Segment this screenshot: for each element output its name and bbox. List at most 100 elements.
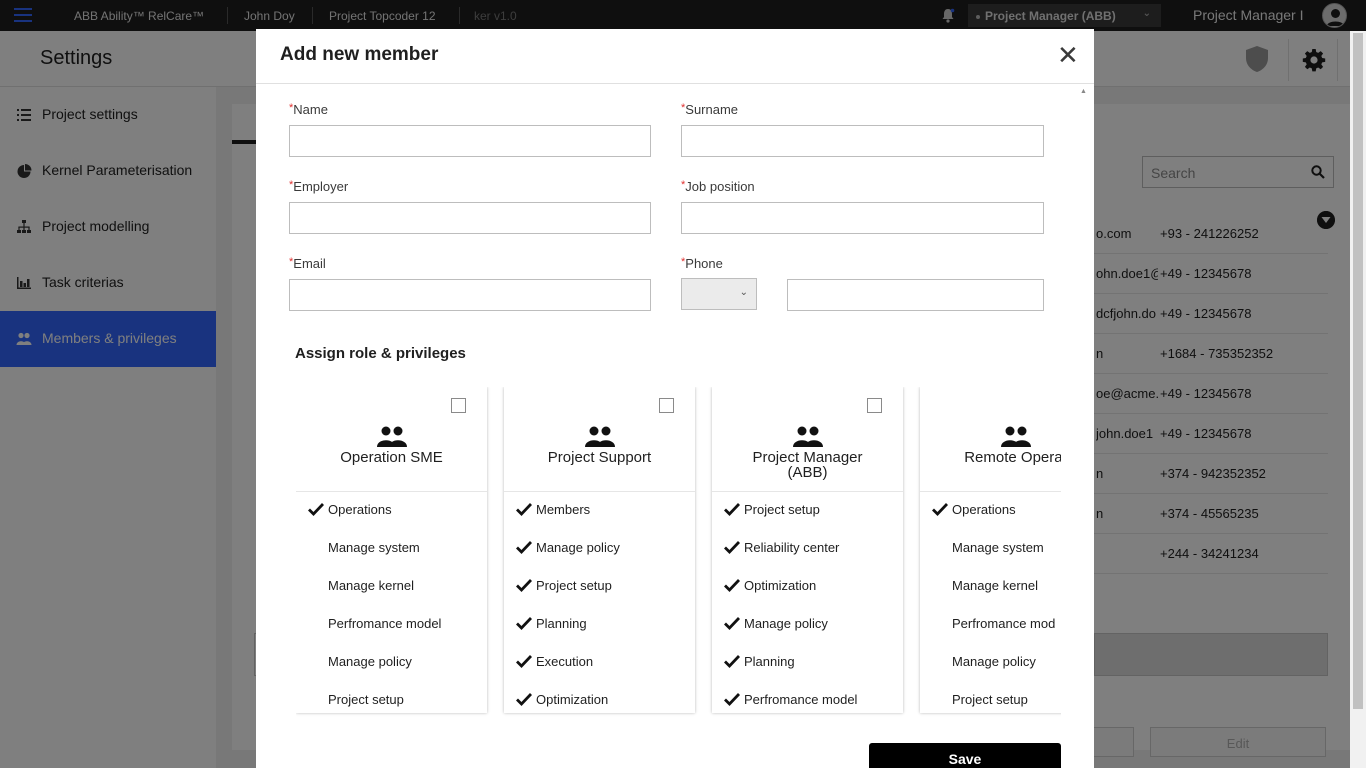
privilege-item: Members	[504, 500, 695, 520]
privilege-item: Manage system	[920, 538, 1061, 558]
privilege-label: Planning	[536, 616, 587, 631]
role-name: Project Manager (ABB)	[752, 449, 863, 481]
privilege-label: Operations	[952, 502, 1016, 517]
privilege-label: Manage kernel	[328, 578, 414, 593]
checkmark-icon	[516, 617, 532, 630]
privilege-item: Operations	[920, 500, 1061, 520]
checkmark-icon	[724, 655, 740, 668]
name-label: *Name	[289, 102, 328, 117]
role-card-project-manager-abb[interactable]: Project Manager (ABB) Project setup Reliab…	[712, 387, 903, 713]
job-position-label: *Job position	[681, 179, 755, 194]
privilege-label: Manage policy	[328, 654, 412, 669]
employer-label: *Employer	[289, 179, 349, 194]
privilege-item: Reliability center	[712, 538, 903, 558]
checkmark-icon	[308, 503, 324, 516]
checkmark-icon	[516, 503, 532, 516]
privilege-label: Operations	[328, 502, 392, 517]
privilege-item: Optimization	[712, 576, 903, 596]
checkmark-icon	[724, 693, 740, 706]
privilege-item: Manage kernel	[920, 576, 1061, 596]
checkmark-icon	[516, 579, 532, 592]
checkmark-icon	[724, 579, 740, 592]
divider	[296, 491, 487, 492]
privilege-label: Optimization	[536, 692, 609, 707]
people-icon	[377, 426, 407, 447]
privilege-item: Planning	[712, 652, 903, 672]
divider	[504, 491, 695, 492]
role-checkbox[interactable]	[451, 398, 466, 413]
job-position-field[interactable]	[681, 202, 1044, 234]
role-checkbox[interactable]	[659, 398, 674, 413]
privilege-label: Perfromance model	[744, 692, 858, 707]
dialog-scrollbar[interactable]: ▲	[1078, 85, 1090, 768]
privilege-label: Planning	[744, 654, 795, 669]
close-icon[interactable]: ✕	[1057, 42, 1079, 68]
privilege-item: Planning	[504, 614, 695, 634]
checkmark-icon	[516, 655, 532, 668]
privilege-label: Manage policy	[536, 540, 620, 555]
privilege-item: Manage policy	[504, 538, 695, 558]
privilege-label: Manage policy	[952, 654, 1036, 669]
privilege-item: Project setup	[920, 690, 1061, 710]
role-cards-carousel[interactable]: Operation SME Operations Manage system Mana…	[296, 387, 1061, 717]
privilege-label: Manage kernel	[952, 578, 1038, 593]
privilege-label: Project setup	[536, 578, 612, 593]
privilege-label: Perfromance mod	[952, 616, 1056, 631]
role-card-project-support[interactable]: Project Support Members Manage policy Proje…	[504, 387, 695, 713]
add-member-dialog: Add new member ✕ ▲ *Name *Surname *Emplo…	[256, 29, 1094, 768]
phone-label: *Phone	[681, 256, 723, 271]
role-name: Project Support	[547, 449, 652, 466]
privilege-label: Reliability center	[744, 540, 840, 555]
checkmark-icon	[516, 693, 532, 706]
privilege-item: Project setup	[504, 576, 695, 596]
section-title: Assign role & privileges	[295, 345, 466, 362]
dialog-title: Add new member	[280, 44, 439, 65]
privilege-item: Manage policy	[712, 614, 903, 634]
privilege-item: Manage policy	[296, 652, 487, 672]
privilege-label: Manage system	[952, 540, 1044, 555]
role-checkbox[interactable]	[867, 398, 882, 413]
privilege-item: Optimization	[504, 690, 695, 710]
checkmark-icon	[516, 541, 532, 554]
save-button[interactable]: Save	[869, 743, 1061, 768]
checkmark-icon	[724, 541, 740, 554]
dialog-header: Add new member ✕	[256, 29, 1094, 84]
privilege-item: Operations	[296, 500, 487, 520]
privilege-label: Project setup	[328, 692, 404, 707]
people-icon	[585, 426, 615, 447]
employer-field[interactable]	[289, 202, 651, 234]
privilege-label: Execution	[536, 654, 594, 669]
scroll-up-icon[interactable]: ▲	[1080, 88, 1087, 95]
privilege-label: Project setup	[952, 692, 1028, 707]
name-field[interactable]	[289, 125, 651, 157]
privilege-item: Perfromance model	[296, 614, 487, 634]
scrollbar-thumb[interactable]	[1353, 33, 1363, 709]
privilege-item: Perfromance model	[712, 690, 903, 710]
surname-label: *Surname	[681, 102, 739, 117]
email-label: *Email	[289, 256, 326, 271]
privilege-label: Manage policy	[744, 616, 828, 631]
page-scrollbar[interactable]	[1350, 31, 1366, 768]
divider	[712, 491, 903, 492]
privilege-label: Manage system	[328, 540, 420, 555]
phone-field[interactable]	[787, 279, 1044, 311]
role-card-remote-operat[interactable]: Remote Operat Operations Manage system Mana…	[920, 387, 1061, 713]
role-card-operation-sme[interactable]: Operation SME Operations Manage system Mana…	[296, 387, 487, 713]
phone-code-select[interactable]: ⌄	[681, 278, 757, 310]
privilege-item: Manage system	[296, 538, 487, 558]
privilege-item: Execution	[504, 652, 695, 672]
privilege-item: Manage kernel	[296, 576, 487, 596]
privilege-item: Project setup	[712, 500, 903, 520]
surname-field[interactable]	[681, 125, 1044, 157]
divider	[920, 491, 1061, 492]
privilege-label: Members	[536, 502, 591, 517]
privilege-label: Project setup	[744, 502, 820, 517]
checkmark-icon	[724, 503, 740, 516]
checkmark-icon	[932, 503, 948, 516]
email-field[interactable]	[289, 279, 651, 311]
role-name: Remote Operat	[964, 449, 1061, 466]
role-name: Operation SME	[340, 449, 443, 466]
privilege-item: Project setup	[296, 690, 487, 710]
privilege-item: Perfromance mod	[920, 614, 1061, 634]
people-icon	[793, 426, 823, 447]
